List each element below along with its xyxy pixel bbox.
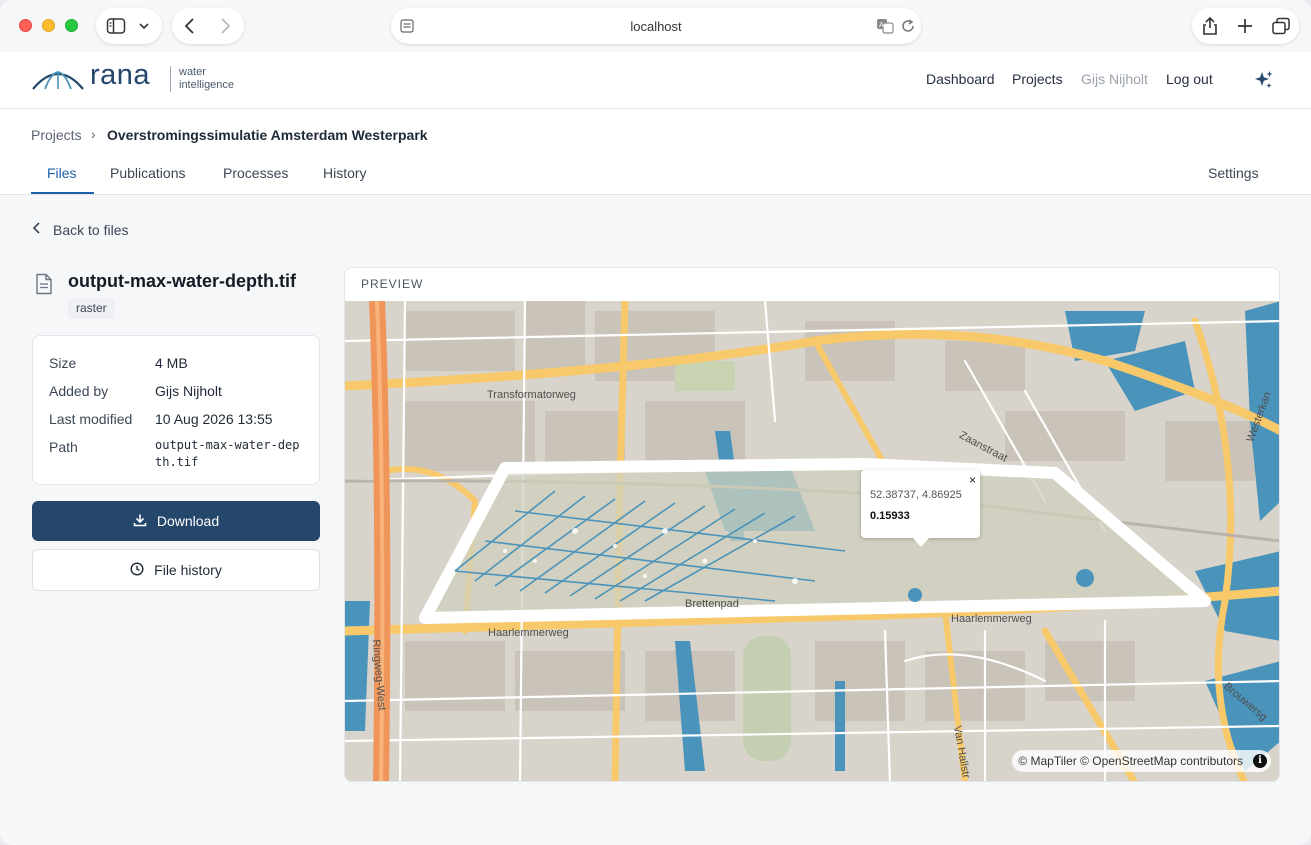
sidebar-toggle-group: [96, 8, 162, 44]
address-bar[interactable]: localhost A: [391, 8, 921, 44]
nav-user[interactable]: Gijs Nijholt: [1081, 71, 1148, 87]
translate-icon[interactable]: A: [876, 18, 894, 34]
meta-added-by-value: Gijs Nijholt: [155, 383, 222, 399]
popup-close-icon[interactable]: ×: [969, 473, 976, 487]
chevron-down-icon[interactable]: [138, 20, 150, 32]
history-nav-group: [172, 8, 244, 44]
sparkles-icon[interactable]: [1254, 70, 1274, 90]
meta-last-modified-value: 10 Aug 2026 13:55: [155, 411, 273, 427]
download-icon: [133, 513, 147, 530]
browser-toolbar: localhost A: [0, 0, 1311, 52]
breadcrumb-current-project: Overstromingssimulatie Amsterdam Westerp…: [107, 127, 428, 143]
tab-history[interactable]: History: [323, 165, 367, 181]
url-text[interactable]: localhost: [630, 19, 681, 34]
nav-logout[interactable]: Log out: [1166, 71, 1213, 87]
logo-tagline-line2: intelligence: [179, 79, 235, 91]
project-subheader: Projects › Overstromingssimulatie Amster…: [0, 109, 1311, 195]
download-button[interactable]: Download: [32, 501, 320, 541]
tab-settings[interactable]: Settings: [1208, 165, 1259, 181]
minimize-window-button[interactable]: [42, 19, 55, 32]
preview-panel: PREVIEW Transformatorweg Zaanstraat Haar…: [344, 267, 1280, 782]
close-window-button[interactable]: [19, 19, 32, 32]
forward-arrow-icon[interactable]: [217, 17, 233, 35]
file-history-button-label: File history: [154, 562, 222, 578]
back-arrow-icon[interactable]: [182, 17, 198, 35]
zoom-window-button[interactable]: [65, 19, 78, 32]
logo-tagline: water intelligence: [170, 66, 234, 92]
logo-wordmark[interactable]: rana: [90, 59, 150, 92]
tab-files[interactable]: Files: [47, 165, 77, 181]
back-to-files-link[interactable]: Back to files: [31, 221, 128, 238]
page-settings-icon[interactable]: [400, 18, 414, 34]
meta-size-value: 4 MB: [155, 355, 188, 371]
file-name-heading: output-max-water-depth.tif: [68, 271, 296, 291]
sidebar-icon[interactable]: [106, 17, 126, 35]
breadcrumb-projects[interactable]: Projects: [31, 127, 82, 143]
browser-actions-group: [1192, 8, 1299, 44]
map-attribution-text[interactable]: © MapTiler © OpenStreetMap contributors: [1018, 754, 1243, 768]
meta-path-value: output-max-water-depth.tif: [155, 438, 300, 469]
street-label-transformatorweg: Transformatorweg: [487, 389, 576, 401]
active-tab-indicator: [31, 192, 94, 194]
clock-icon: [130, 561, 144, 579]
logo-tagline-line1: water: [179, 66, 206, 78]
info-icon[interactable]: i: [1253, 754, 1267, 768]
file-metadata-card: Size 4 MB Added by Gijs Nijholt Last mod…: [32, 335, 320, 485]
rana-logo-icon[interactable]: [31, 67, 85, 91]
popup-coordinates: 52.38737, 4.86925: [870, 489, 962, 501]
map-canvas: [345, 301, 1279, 781]
pixel-value-popup: × 52.38737, 4.86925 0.15933: [861, 470, 980, 547]
file-type-badge: raster: [68, 298, 115, 319]
street-label-brettenpad: Brettenpad: [685, 598, 739, 610]
reload-icon[interactable]: [900, 18, 916, 34]
nav-projects[interactable]: Projects: [1012, 71, 1063, 87]
document-icon: [35, 273, 53, 300]
file-history-button[interactable]: File history: [32, 549, 320, 591]
street-label-haarlemmerweg-east: Haarlemmerweg: [951, 613, 1032, 625]
tab-overview-icon[interactable]: [1271, 17, 1291, 35]
download-button-label: Download: [156, 513, 220, 529]
meta-path-label: Path: [49, 439, 78, 455]
breadcrumb-separator: ›: [91, 126, 96, 142]
popup-depth-value: 0.15933: [870, 510, 910, 522]
browser-window: localhost A rana water intelligence Dash…: [0, 0, 1311, 845]
meta-added-by-label: Added by: [49, 383, 109, 399]
svg-text:A: A: [879, 21, 884, 29]
back-to-files-label: Back to files: [53, 221, 129, 238]
new-tab-icon[interactable]: [1236, 17, 1254, 35]
meta-size-label: Size: [49, 355, 77, 371]
map-attribution: © MapTiler © OpenStreetMap contributors …: [1012, 750, 1271, 772]
popup-pointer: [913, 538, 929, 547]
meta-last-modified-label: Last modified: [49, 411, 133, 427]
raster-map[interactable]: Transformatorweg Zaanstraat Haarlemmerwe…: [345, 301, 1279, 781]
street-label-haarlemmerweg-west: Haarlemmerweg: [488, 627, 569, 639]
preview-heading: PREVIEW: [361, 277, 424, 291]
tab-publications[interactable]: Publications: [110, 165, 186, 181]
app-header: rana water intelligence Dashboard Projec…: [0, 52, 1311, 109]
share-icon[interactable]: [1201, 16, 1219, 36]
tab-processes[interactable]: Processes: [223, 165, 288, 181]
nav-dashboard[interactable]: Dashboard: [926, 71, 995, 87]
chevron-left-icon: [31, 221, 43, 238]
